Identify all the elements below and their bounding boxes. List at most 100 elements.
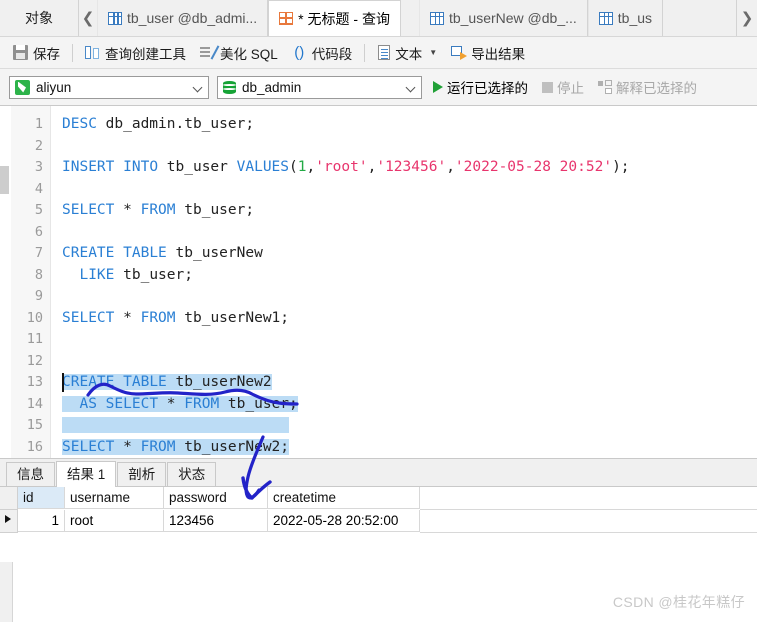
result-tab-profile[interactable]: 剖析 [117, 462, 167, 486]
chevron-down-icon[interactable] [405, 81, 417, 93]
code-token: SELECT [62, 438, 115, 455]
connection-select[interactable]: aliyun [9, 75, 209, 99]
code-line[interactable]: SELECT * FROM tb_user; [62, 200, 757, 222]
beautify-sql-button[interactable]: 美化 SQL [193, 41, 285, 65]
code-line[interactable] [62, 286, 757, 308]
editor-left-scrollbar[interactable] [0, 106, 11, 458]
line-number: 16 [26, 438, 43, 455]
code-line-content: SELECT * FROM tb_userNew1; [62, 310, 289, 326]
export-result-button[interactable]: 导出结果 [444, 41, 532, 65]
code-line[interactable]: AS SELECT * FROM tb_user; [62, 394, 757, 416]
result-tab-result1[interactable]: 结果 1 [56, 461, 117, 487]
code-line[interactable]: SELECT * FROM tb_userNew1; [62, 308, 757, 330]
grid-header-row: id username password createtime [0, 487, 757, 510]
line-number: 9 [34, 288, 43, 304]
code-line[interactable] [62, 136, 757, 158]
code-token: * [158, 395, 185, 412]
column-header-id[interactable]: id [18, 487, 65, 509]
result-grid[interactable]: id username password createtime 1 root 1… [0, 487, 757, 533]
code-token: * [114, 202, 141, 218]
column-header-password[interactable]: password [164, 487, 268, 509]
column-header-createtime[interactable]: createtime [268, 487, 420, 509]
save-button[interactable]: 保存 [6, 41, 67, 65]
chevron-down-icon[interactable] [192, 81, 204, 93]
code-line[interactable]: LIKE tb_user; [62, 265, 757, 287]
grid-row-filler [420, 510, 757, 533]
editor-tab-bar: 对象 ❮ tb_user @db_admi... * 无标题 - 查询 tb_u… [0, 0, 757, 37]
cell-password[interactable]: 123456 [164, 510, 268, 532]
result-tab-bar: 信息 结果 1 剖析 状态 [0, 459, 757, 487]
explain-selected-button[interactable]: 解释已选择的 [595, 75, 700, 99]
tab-scroll-right-icon[interactable]: ❯ [736, 0, 757, 36]
code-token: ; [280, 309, 290, 326]
code-snippet-label: 代码段 [311, 46, 353, 62]
explain-selected-label: 解释已选择的 [616, 81, 697, 96]
query-builder-button[interactable]: 查询创建工具 [78, 41, 193, 65]
code-token: tb_user [166, 159, 228, 175]
tab-untitled-query[interactable]: * 无标题 - 查询 [268, 0, 401, 36]
code-token: CREATE [62, 245, 115, 261]
tab-tb-usernew[interactable]: tb_userNew @db_... [418, 0, 588, 36]
sql-editor[interactable]: 1 2 3 4 5 6 7 8 9 10 11 12 13 14 15 16 DESC db_admin.tb… [0, 106, 757, 459]
code-snippet-button[interactable]: () 代码段 [285, 41, 360, 65]
tab-tb-us-partial[interactable]: tb_us [587, 0, 664, 36]
cell-id[interactable]: 1 [18, 510, 65, 532]
cell-username[interactable]: root [65, 510, 164, 532]
line-number: 4 [34, 180, 43, 197]
code-line[interactable]: DESC db_admin.tb_user; [62, 114, 757, 136]
run-selected-button[interactable]: 运行已选择的 [430, 75, 531, 99]
tab-object[interactable]: 对象 [0, 0, 79, 36]
save-label: 保存 [33, 46, 60, 62]
line-number: 12 [26, 352, 43, 369]
code-token: ; [280, 438, 290, 455]
cell-createtime[interactable]: 2022-05-28 20:52:00 [268, 510, 420, 532]
line-number: 14 [26, 395, 43, 412]
text-button[interactable]: 文本 ▼ [370, 41, 444, 65]
code-line[interactable]: SELECT * FROM tb_userNew2; [62, 437, 757, 459]
table-icon [598, 11, 613, 25]
stop-button[interactable]: 停止 [539, 75, 587, 99]
line-number: 1 [34, 116, 43, 132]
code-line[interactable] [62, 329, 757, 351]
code-line[interactable]: INSERT INTO tb_user VALUES(1,'root','123… [62, 157, 757, 179]
row-indicator[interactable] [0, 510, 18, 533]
table-icon [429, 11, 444, 25]
stop-label: 停止 [557, 81, 584, 96]
code-token: SELECT [105, 395, 159, 412]
query-icon [279, 12, 294, 25]
code-line[interactable]: CREATE TABLE tb_userNew2 [62, 372, 757, 394]
code-line[interactable] [62, 415, 757, 437]
scrollbar-thumb[interactable] [0, 166, 9, 194]
beautify-label: 美化 SQL [220, 46, 278, 62]
code-token: LIKE [79, 266, 115, 283]
code-line[interactable]: CREATE TABLE tb_userNew [62, 243, 757, 265]
result-tab-label: 剖析 [128, 467, 156, 482]
column-header-username[interactable]: username [65, 487, 164, 509]
code-line[interactable] [62, 179, 757, 201]
code-line[interactable] [62, 351, 757, 373]
code-token: tb_userNew2 [184, 438, 281, 455]
line-number-gutter: 1 2 3 4 5 6 7 8 9 10 11 12 13 14 15 16 [11, 106, 51, 458]
code-line-content: CREATE TABLE tb_userNew2 [62, 374, 272, 390]
tab-tb-user[interactable]: tb_user @db_admi... [97, 0, 269, 36]
code-token: TABLE [123, 374, 167, 390]
beautify-icon [200, 45, 215, 60]
code-line[interactable] [62, 222, 757, 244]
stop-icon [542, 81, 553, 93]
chevron-down-icon[interactable]: ▼ [429, 48, 437, 57]
result-tab-info[interactable]: 信息 [6, 462, 55, 486]
code-token: FROM [140, 438, 176, 455]
result-tab-status[interactable]: 状态 [167, 462, 217, 486]
tab-scroll-left-icon[interactable]: ❮ [79, 0, 97, 36]
tab-strip: tb_user @db_admi... * 无标题 - 查询 tb_userNe… [97, 0, 757, 36]
tab-object-label: 对象 [25, 10, 53, 26]
code-token: SELECT [62, 202, 115, 218]
database-select[interactable]: db_admin [217, 75, 422, 99]
code-area[interactable]: DESC db_admin.tb_user; INSERT INTO tb_use… [51, 106, 757, 458]
table-row[interactable]: 1 root 123456 2022-05-28 20:52:00 [0, 510, 757, 533]
